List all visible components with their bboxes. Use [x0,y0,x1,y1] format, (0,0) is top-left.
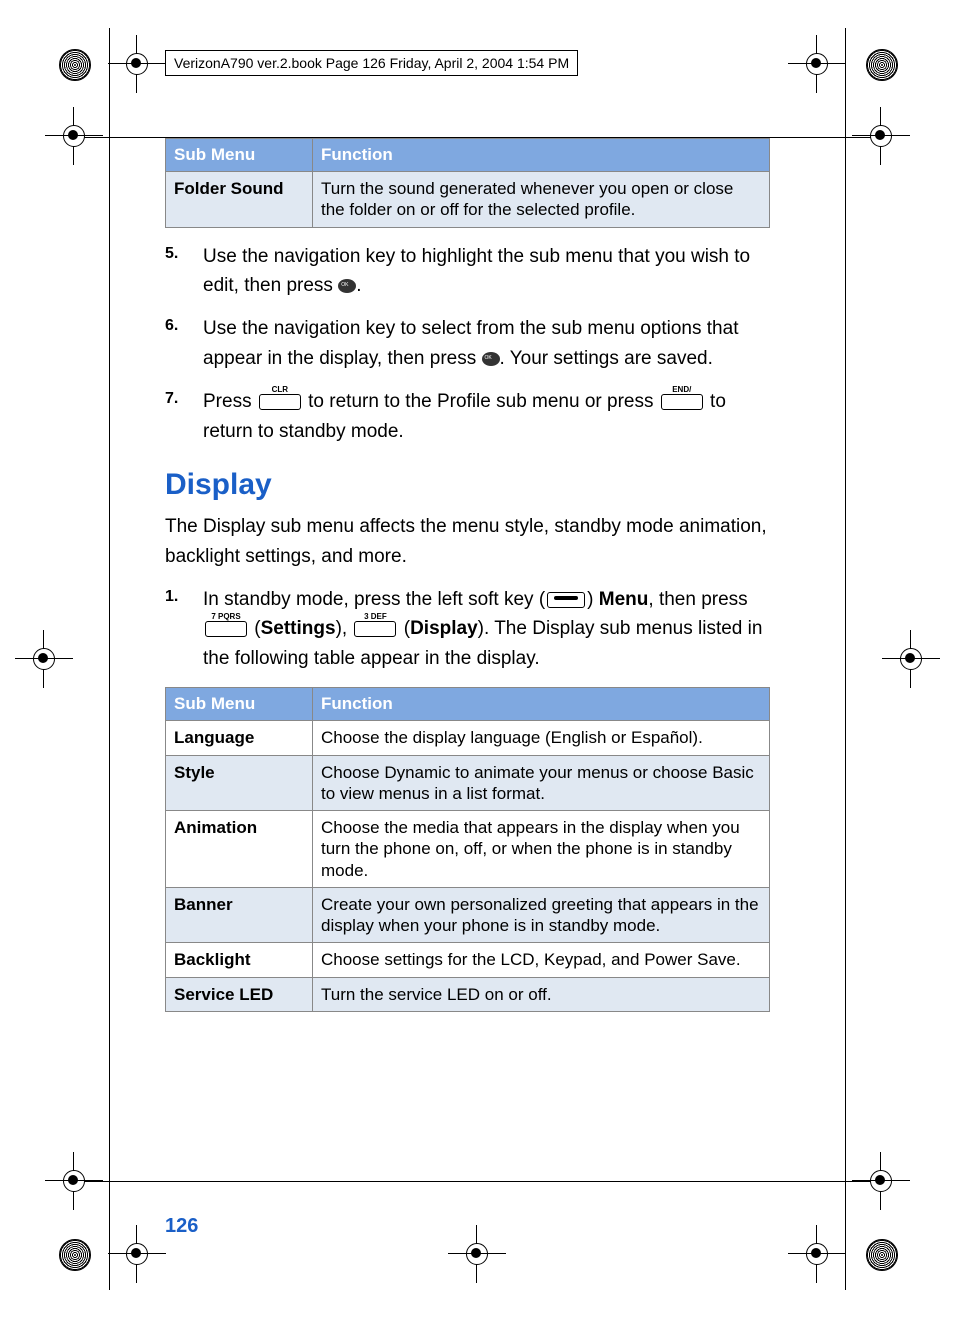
end-key-icon: END/ [661,394,703,410]
step-text: ), [336,618,353,639]
key-7-icon: 7 PQRS [205,621,247,637]
registration-mark-icon [55,45,93,83]
key-3-icon: 3 DEF [354,621,396,637]
step-text: . [356,275,361,296]
ok-button-icon [338,279,356,293]
table-header-submenu: Sub Menu [166,139,313,172]
section-intro: The Display sub menu affects the menu st… [165,512,770,571]
table-cell-label: Language [166,721,313,755]
crop-mark-icon [55,117,93,155]
step-text: . Your settings are saved. [500,348,713,369]
step-7: 7. Press CLR to return to the Profile su… [165,387,770,446]
registration-mark-icon [862,45,900,83]
crop-mark-icon [118,1235,156,1273]
table-row: Backlight Choose settings for the LCD, K… [166,943,770,977]
step-6: 6. Use the navigation key to select from… [165,314,770,373]
section-heading-display: Display [165,468,770,502]
ok-button-icon [482,352,500,366]
step-text: ) [587,589,599,610]
table-header-function: Function [313,139,770,172]
table-cell-label: Animation [166,811,313,888]
table-row: Service LED Turn the service LED on or o… [166,977,770,1011]
step-number: 1. [165,585,203,673]
table-row: Folder Sound Turn the sound generated wh… [166,172,770,228]
menu-label: Menu [599,589,649,610]
table-cell-label: Backlight [166,943,313,977]
table-cell-function: Choose settings for the LCD, Keypad, and… [313,943,770,977]
crop-mark-icon [798,1235,836,1273]
page-number: 126 [165,1215,198,1238]
table-row: Style Choose Dynamic to animate your men… [166,755,770,811]
settings-label: Settings [261,618,336,639]
crop-mark-icon [118,45,156,83]
table-row: Animation Choose the media that appears … [166,811,770,888]
table-row: Language Choose the display language (En… [166,721,770,755]
table-header-submenu: Sub Menu [166,688,313,721]
step-number: 6. [165,314,203,373]
step-text: ( [398,618,410,639]
step-5: 5. Use the navigation key to highlight t… [165,242,770,301]
table-cell-function: Create your own personalized greeting th… [313,887,770,943]
registration-mark-icon [862,1235,900,1273]
crop-mark-icon [798,45,836,83]
crop-mark-icon [55,1162,93,1200]
table-cell-function: Turn the service LED on or off. [313,977,770,1011]
table-cell-function: Choose the media that appears in the dis… [313,811,770,888]
key-label: 3 DEF [355,612,395,621]
left-softkey-icon [547,592,585,608]
crop-mark-icon [862,117,900,155]
table-cell-label: Service LED [166,977,313,1011]
crop-mark-icon [862,1162,900,1200]
bottom-rule [70,1181,884,1182]
page-header: VerizonA790 ver.2.book Page 126 Friday, … [165,50,578,76]
table-cell-function: Choose the display language (English or … [313,721,770,755]
display-label: Display [410,618,478,639]
clr-key-icon: CLR [259,394,301,410]
step-number: 5. [165,242,203,301]
submenu-table-display: Sub Menu Function Language Choose the di… [165,687,770,1012]
key-label: CLR [260,385,300,394]
crop-mark-icon [25,640,63,678]
table-cell-function: Turn the sound generated whenever you op… [313,172,770,228]
step-text: Press [203,391,257,412]
step-text: , then press [648,589,747,610]
step-text: ( [249,618,261,639]
key-label: END/ [662,385,702,394]
step-1: 1. In standby mode, press the left soft … [165,585,770,673]
table-cell-function: Choose Dynamic to animate your menus or … [313,755,770,811]
table-header-function: Function [313,688,770,721]
table-cell-label: Folder Sound [166,172,313,228]
crop-mark-icon [458,1235,496,1273]
table-cell-label: Style [166,755,313,811]
step-number: 7. [165,387,203,446]
registration-mark-icon [55,1235,93,1273]
step-text: In standby mode, press the left soft key… [203,589,545,610]
table-row: Banner Create your own personalized gree… [166,887,770,943]
step-text: Use the navigation key to highlight the … [203,246,750,296]
submenu-table-sound: Sub Menu Function Folder Sound Turn the … [165,138,770,228]
table-cell-label: Banner [166,887,313,943]
step-text: to return to the Profile sub menu or pre… [308,391,659,412]
crop-mark-icon [892,640,930,678]
key-label: 7 PQRS [206,612,246,621]
